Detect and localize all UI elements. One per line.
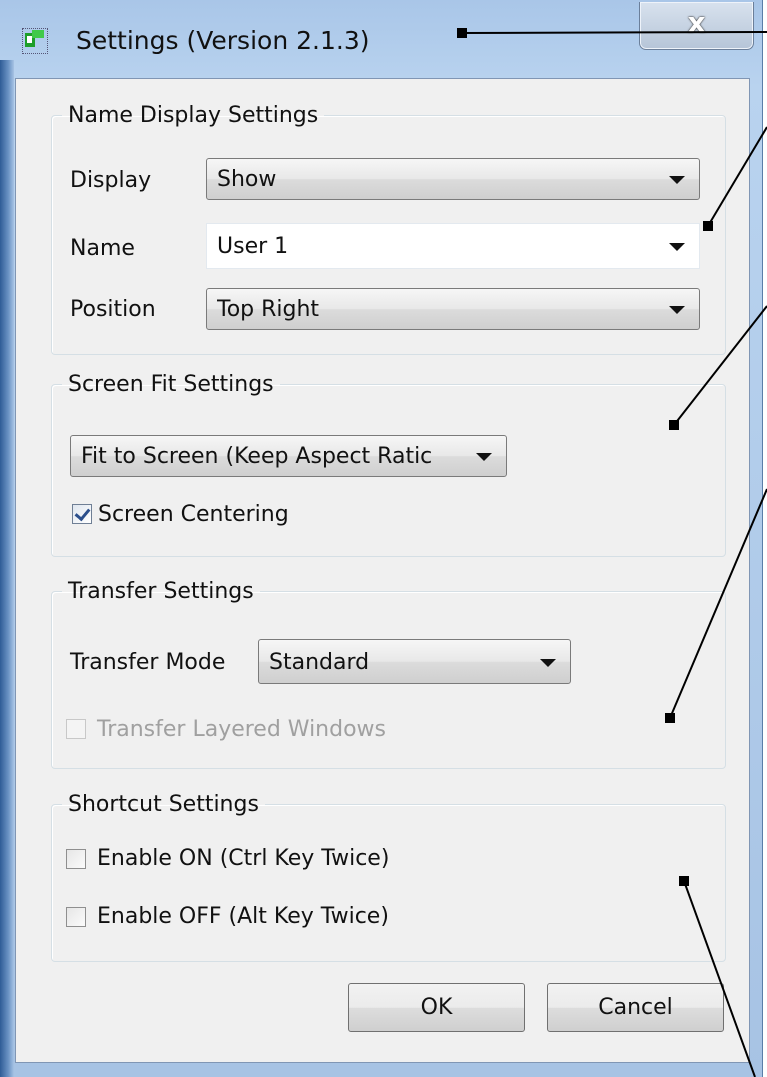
- chevron-down-icon: [669, 176, 685, 184]
- screen-centering-checkbox[interactable]: [72, 504, 92, 524]
- position-dropdown[interactable]: Top Right: [206, 288, 700, 330]
- display-value: Show: [217, 167, 277, 192]
- screen-fit-dropdown[interactable]: Fit to Screen (Keep Aspect Ratic: [70, 435, 507, 477]
- chevron-down-icon: [540, 659, 556, 667]
- screen-centering-label[interactable]: Screen Centering: [98, 502, 289, 527]
- dialog-client-area: Name Display Settings Display Show Name …: [15, 78, 750, 1063]
- close-button[interactable]: x: [639, 2, 754, 50]
- screen-fit-value: Fit to Screen (Keep Aspect Ratic: [81, 444, 433, 469]
- transfer-layered-checkbox[interactable]: [66, 719, 86, 739]
- chevron-down-icon[interactable]: [669, 243, 685, 251]
- cancel-button[interactable]: Cancel: [547, 983, 724, 1032]
- transfer-legend: Transfer Settings: [68, 579, 254, 604]
- enable-on-label[interactable]: Enable ON (Ctrl Key Twice): [97, 846, 389, 871]
- shortcut-legend: Shortcut Settings: [68, 792, 259, 817]
- screen-fit-legend: Screen Fit Settings: [68, 372, 274, 397]
- enable-off-checkbox[interactable]: [66, 907, 86, 927]
- transfer-mode-value: Standard: [269, 650, 370, 675]
- display-label: Display: [70, 168, 152, 193]
- enable-off-label[interactable]: Enable OFF (Alt Key Twice): [97, 904, 389, 929]
- name-value: User 1: [217, 234, 289, 259]
- close-icon: x: [687, 6, 706, 39]
- position-label: Position: [70, 297, 156, 322]
- title-bar[interactable]: Settings (Version 2.1.3) x: [0, 0, 762, 78]
- window-frame: Settings (Version 2.1.3) x Name Display …: [0, 0, 763, 1077]
- name-combobox[interactable]: User 1: [206, 223, 700, 269]
- name-display-legend: Name Display Settings: [68, 103, 319, 128]
- transfer-mode-dropdown[interactable]: Standard: [258, 639, 571, 684]
- transfer-mode-label: Transfer Mode: [70, 650, 226, 675]
- position-value: Top Right: [217, 297, 320, 322]
- ok-button[interactable]: OK: [348, 983, 525, 1032]
- enable-on-checkbox[interactable]: [66, 849, 86, 869]
- shortcut-group: Shortcut Settings: [51, 792, 726, 962]
- window-title: Settings (Version 2.1.3): [76, 26, 370, 55]
- chevron-down-icon: [476, 453, 492, 461]
- app-icon: [22, 28, 48, 54]
- name-label: Name: [70, 236, 135, 261]
- transfer-layered-label: Transfer Layered Windows: [97, 717, 387, 742]
- chevron-down-icon: [669, 306, 685, 314]
- display-dropdown[interactable]: Show: [206, 158, 700, 200]
